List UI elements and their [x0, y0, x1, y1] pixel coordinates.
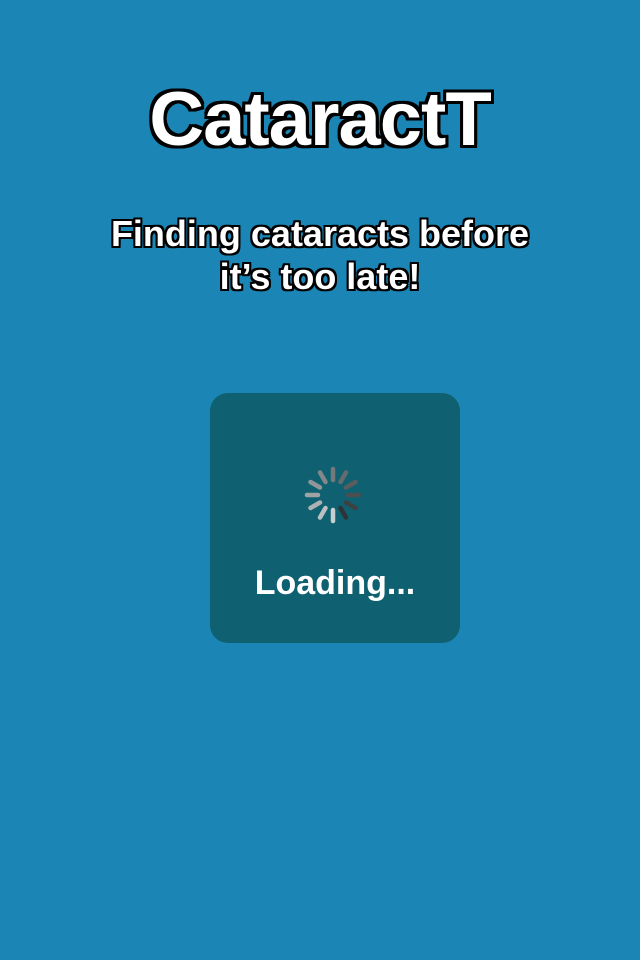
- loading-panel: Loading...: [210, 393, 460, 643]
- tagline-line-1: Finding cataracts before: [110, 213, 530, 254]
- spinner-spoke: [308, 479, 323, 490]
- spinner-spoke: [338, 505, 349, 520]
- spinner-icon: [304, 466, 362, 524]
- tagline-line-2: it’s too late!: [219, 256, 421, 297]
- spinner-spoke: [308, 500, 323, 511]
- tagline: Finding cataracts before it’s too late!: [90, 212, 550, 298]
- app-title: CataractT: [149, 77, 492, 162]
- spinner-spoke: [317, 505, 328, 520]
- spinner-spoke: [343, 479, 358, 490]
- spinner-spoke: [343, 500, 358, 511]
- spinner-spoke: [317, 470, 328, 485]
- loading-label: Loading...: [254, 564, 416, 602]
- spinner-spoke: [338, 470, 349, 485]
